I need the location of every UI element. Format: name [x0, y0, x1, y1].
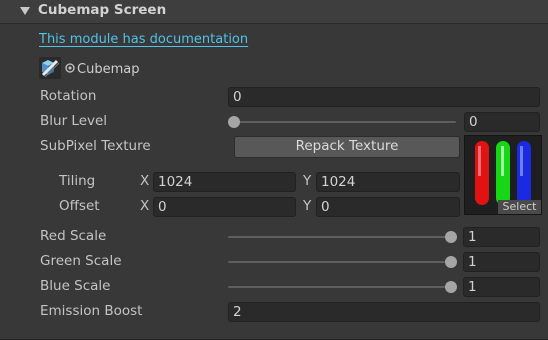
foldout-arrow-icon[interactable]	[20, 7, 30, 15]
rotation-label: Rotation	[40, 88, 97, 104]
emission-boost-field[interactable]: 2	[228, 302, 540, 322]
emission-boost-label: Emission Boost	[40, 303, 143, 319]
offset-y-field[interactable]: 0	[316, 197, 460, 217]
red-scale-slider-track[interactable]	[228, 236, 454, 238]
offset-y-label: Y	[303, 198, 312, 214]
offset-x-field[interactable]: 0	[153, 197, 296, 217]
blue-scale-slider-track[interactable]	[228, 286, 454, 288]
blue-scale-field[interactable]: 1	[463, 277, 540, 297]
blur-level-slider-knob[interactable]	[228, 116, 240, 128]
red-scale-label: Red Scale	[40, 228, 107, 244]
red-scale-field[interactable]: 1	[463, 227, 540, 247]
blur-level-slider-track[interactable]	[230, 121, 456, 123]
cubemap-icon[interactable]	[39, 57, 61, 79]
green-scale-slider-track[interactable]	[228, 261, 454, 263]
cubemap-slot-label: Cubemap	[77, 62, 140, 77]
green-scale-slider-knob[interactable]	[445, 256, 457, 268]
offset-x-label: X	[140, 198, 150, 214]
documentation-link[interactable]: This module has documentation	[39, 32, 248, 47]
subpixel-texture-label: SubPixel Texture	[40, 138, 151, 154]
blue-scale-label: Blue Scale	[40, 278, 111, 294]
blur-level-field[interactable]: 0	[464, 112, 540, 132]
tiling-x-field[interactable]: 1024	[153, 172, 296, 192]
tiling-x-label: X	[140, 173, 150, 189]
tiling-y-label: Y	[303, 173, 312, 189]
tiling-y-field[interactable]: 1024	[316, 172, 460, 192]
green-scale-label: Green Scale	[40, 253, 122, 269]
texture-select-button[interactable]: Select	[498, 200, 541, 214]
module-header[interactable]: Cubemap Screen	[0, 0, 548, 24]
green-scale-field[interactable]: 1	[463, 252, 540, 272]
pick-object-icon[interactable]	[64, 62, 76, 74]
red-scale-slider-knob[interactable]	[445, 231, 457, 243]
tiling-label: Tiling	[59, 173, 96, 189]
offset-label: Offset	[59, 198, 100, 214]
inspector-left-gutter	[0, 24, 31, 340]
blue-scale-slider-knob[interactable]	[445, 281, 457, 293]
rotation-field[interactable]: 0	[228, 87, 540, 107]
module-title: Cubemap Screen	[38, 2, 167, 18]
blur-level-label: Blur Level	[40, 113, 108, 129]
repack-texture-button[interactable]: Repack Texture	[234, 136, 460, 158]
